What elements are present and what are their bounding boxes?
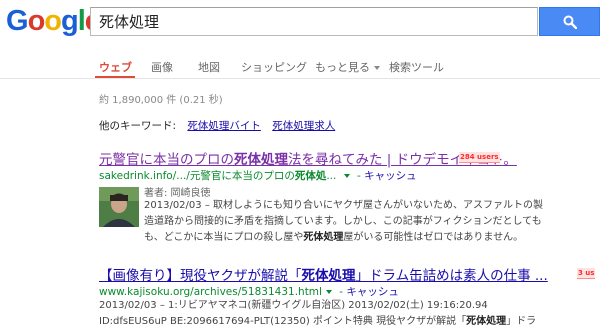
url-text: sakedrink.info/.../元警官に本当のプロの	[99, 170, 295, 182]
title-keyword: 死体処理	[301, 268, 356, 284]
hatena-bookmark-badge[interactable]: 3 us	[577, 268, 596, 279]
related-keywords: 他のキーワード: 死体処理バイト 死体処理求人	[99, 118, 335, 133]
title-text: 」ドラム缶詰めは素人の仕事 ...	[355, 268, 548, 284]
url-text: www.kajisoku.org/archives/51831431.html	[99, 286, 322, 298]
tab-more[interactable]: もっと見る	[315, 59, 380, 75]
snippet-text: 2013/02/03 – 取材しようにも知り合いにヤクザ屋さんがいないため、アス…	[144, 200, 543, 211]
google-logo[interactable]: Google	[6, 6, 101, 36]
related-link[interactable]: 死体処理バイト	[187, 120, 261, 132]
snippet-keyword: 死体処理	[466, 316, 507, 326]
snippet-text: 」ドラ	[506, 316, 537, 326]
snippet-line: 2013/02/03 – 取材しようにも知り合いにヤクザ屋さんがいないため、アス…	[144, 198, 543, 214]
tab-more-label: もっと見る	[315, 61, 370, 74]
tab-shopping[interactable]: ショッピング	[241, 59, 307, 75]
related-link[interactable]: 死体処理求人	[272, 120, 335, 132]
snippet-line: 造道路から問接的に矛盾を指摘しています。しかし、この記事がフィクションだとしても	[144, 214, 543, 230]
chevron-down-icon[interactable]	[343, 174, 350, 178]
tab-images[interactable]: 画像	[151, 59, 173, 75]
top-bar: Google	[0, 0, 600, 44]
snippet-text: 2013/02/03 – 1:リビアヤマネコ(新疆ウイグル自治区) 2013/0…	[99, 300, 488, 311]
author-line: 著者: 岡崎良徳	[144, 188, 211, 199]
snippet-text: 屋がいる可能性はゼロではありません。	[343, 232, 524, 243]
result-url: www.kajisoku.org/archives/51831431.html …	[99, 286, 399, 298]
tab-maps[interactable]: 地図	[198, 59, 220, 75]
cache-link[interactable]: キャッシュ	[346, 286, 399, 298]
result-url: sakedrink.info/.../元警官に本当のプロの死体処... - キャ…	[99, 170, 417, 182]
result-snippet: 2013/02/03 – 1:リビアヤマネコ(新疆ウイグル自治区) 2013/0…	[99, 298, 536, 326]
chevron-down-icon[interactable]	[325, 290, 332, 294]
snippet-text: ID:dfsEUS6uP BE:2096617694-PLT(12350) ポイ…	[99, 316, 467, 326]
search-icon	[563, 15, 577, 29]
url-text: ...	[326, 170, 337, 182]
result-snippet: 2013/02/03 – 取材しようにも知り合いにヤクザ屋さんがいないため、アス…	[144, 198, 543, 246]
tab-web[interactable]: ウェブ	[99, 59, 132, 75]
title-text: 【画像有り】現役ヤクザが解説「	[99, 268, 302, 284]
chevron-down-icon	[374, 66, 380, 70]
cache-link[interactable]: キャッシュ	[364, 170, 417, 182]
related-label: 他のキーワード:	[99, 120, 177, 132]
search-input[interactable]	[90, 7, 538, 36]
hatena-bookmark-badge[interactable]: 284 users	[459, 152, 500, 163]
snippet-keyword: 死体処理	[303, 232, 344, 243]
title-text: 元警官に本当のプロの	[99, 152, 234, 168]
result-title-link[interactable]: 【画像有り】現役ヤクザが解説「死体処理」ドラム缶詰めは素人の仕事 ...	[99, 264, 548, 284]
author-photo[interactable]	[99, 187, 139, 227]
snippet-line: ID:dfsEUS6uP BE:2096617694-PLT(12350) ポイ…	[99, 314, 536, 326]
snippet-line: も、どこかに本当にプロの殺し屋や死体処理屋がいる可能性はゼロではありません。	[144, 230, 543, 246]
result-stats: 約 1,890,000 件 (0.21 秒)	[99, 95, 223, 106]
result-title-link[interactable]: 元警官に本当のプロの死体処理法を尋ねてみた | ドウデモイイコト。	[99, 148, 517, 168]
author-photo-image	[99, 187, 139, 227]
search-button[interactable]	[539, 7, 600, 36]
snippet-text: 造道路から問接的に矛盾を指摘しています。しかし、この記事がフィクションだとしても	[144, 216, 542, 227]
tab-search-tools[interactable]: 検索ツール	[389, 59, 444, 75]
snippet-text: も、どこかに本当にプロの殺し屋や	[144, 232, 304, 243]
nav-divider	[0, 78, 600, 79]
title-keyword: 死体処理	[234, 152, 288, 168]
snippet-line: 2013/02/03 – 1:リビアヤマネコ(新疆ウイグル自治区) 2013/0…	[99, 298, 536, 314]
url-keyword: 死体処	[294, 170, 327, 182]
